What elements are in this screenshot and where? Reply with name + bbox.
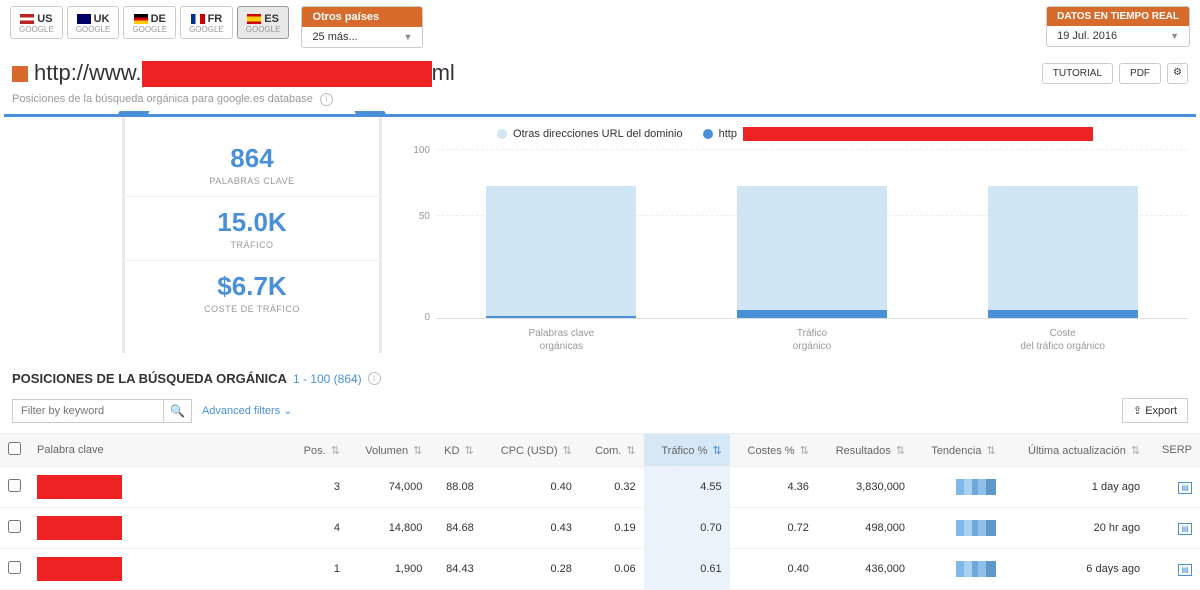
flag-icon: [77, 14, 91, 24]
column-header[interactable]: KD ⇅: [430, 434, 481, 467]
chart-bar: [737, 186, 887, 318]
sort-icon: ⇅: [896, 445, 905, 457]
serp-icon[interactable]: ▤: [1178, 564, 1192, 576]
section-title: POSICIONES DE LA BÚSQUEDA ORGÁNICA: [12, 371, 287, 386]
sort-icon: ⇅: [1131, 445, 1140, 457]
column-header[interactable]: Resultados ⇅: [817, 434, 913, 467]
legend-dot-icon: [497, 129, 507, 139]
redacted-block: [37, 557, 122, 581]
sort-icon: ⇅: [626, 445, 635, 457]
column-header[interactable]: SERP: [1148, 434, 1200, 467]
column-header[interactable]: Pos. ⇅: [289, 434, 348, 467]
export-button[interactable]: ⇪ Export: [1122, 398, 1188, 423]
kpi-keywords-value: 864: [122, 143, 382, 174]
flag-icon: [191, 14, 205, 24]
trend-sparkline: [956, 479, 996, 495]
sort-icon: ⇅: [800, 445, 809, 457]
legend-this-url: http: [703, 127, 1093, 141]
share-chart: 100 50 0: [402, 149, 1188, 319]
sort-icon: ⇅: [413, 445, 422, 457]
advanced-filters-link[interactable]: Advanced filters ⌄: [202, 404, 293, 417]
keyword-filter-input[interactable]: [13, 400, 163, 422]
realtime-date[interactable]: 19 Jul. 2016 ▼: [1047, 26, 1189, 46]
chart-bar: [486, 186, 636, 318]
section-range: 1 - 100 (864): [293, 372, 362, 386]
other-countries-select[interactable]: 25 más... ▼: [302, 27, 422, 47]
trend-sparkline: [956, 520, 996, 536]
row-checkbox[interactable]: [8, 520, 21, 533]
info-icon[interactable]: i: [320, 93, 333, 106]
column-header[interactable]: Tráfico % ⇅: [644, 434, 730, 467]
keywords-table: Palabra clavePos. ⇅Volumen ⇅KD ⇅CPC (USD…: [0, 433, 1200, 590]
chart-bar: [988, 186, 1138, 318]
serp-icon[interactable]: ▤: [1178, 482, 1192, 494]
sort-icon: ⇅: [563, 445, 572, 457]
sort-icon: ⇅: [712, 445, 721, 457]
export-icon: ⇪: [1133, 405, 1145, 417]
column-header[interactable]: Costes % ⇅: [730, 434, 817, 467]
kpi-panel: 864PALABRAS CLAVE 15.0KTRÁFICO $6.7KCOST…: [122, 117, 382, 353]
page-url: http://www.ml: [34, 60, 455, 87]
gear-icon: ⚙: [1173, 67, 1182, 78]
other-countries-header: Otros países: [302, 7, 422, 27]
column-header[interactable]: Última actualización ⇅: [1004, 434, 1148, 467]
search-button[interactable]: 🔍: [163, 400, 191, 422]
kpi-traffic-value: 15.0K: [122, 207, 382, 238]
info-icon[interactable]: i: [368, 372, 381, 385]
row-checkbox[interactable]: [8, 561, 21, 574]
column-header[interactable]: Tendencia ⇅: [913, 434, 1004, 467]
tutorial-button[interactable]: TUTORIAL: [1042, 63, 1113, 84]
flag-icon: [20, 14, 34, 24]
country-tile-us[interactable]: USgoogle: [10, 6, 63, 39]
redacted-block: [37, 516, 122, 540]
sort-icon: ⇅: [464, 445, 473, 457]
chevron-down-icon: ▼: [404, 32, 413, 42]
other-countries-selector[interactable]: Otros países 25 más... ▼: [301, 6, 423, 48]
site-icon: [12, 66, 28, 82]
country-tile-es[interactable]: ESgoogle: [237, 6, 290, 39]
column-header[interactable]: Volumen ⇅: [348, 434, 430, 467]
legend-other-urls: Otras direcciones URL del dominio: [497, 128, 683, 140]
table-row: 11,90084.430.280.060.610.40436,0006 days…: [0, 549, 1200, 590]
redacted-block: [743, 127, 1093, 141]
country-tile-fr[interactable]: FRgoogle: [180, 6, 233, 39]
country-tile-de[interactable]: DEgoogle: [123, 6, 176, 39]
page-subtitle: Posiciones de la búsqueda orgánica para …: [12, 93, 313, 105]
table-row: 414,80084.680.430.190.700.72498,00020 hr…: [0, 508, 1200, 549]
kpi-cost-value: $6.7K: [122, 271, 382, 302]
row-checkbox[interactable]: [8, 479, 21, 492]
keyword-filter[interactable]: 🔍: [12, 399, 192, 423]
redacted-block: [142, 61, 432, 87]
column-header[interactable]: CPC (USD) ⇅: [482, 434, 580, 467]
column-header[interactable]: [0, 434, 29, 467]
settings-button[interactable]: ⚙: [1167, 63, 1188, 84]
serp-icon[interactable]: ▤: [1178, 523, 1192, 535]
chart-bar-label: Palabras claveorgánicas: [486, 327, 636, 353]
country-tile-uk[interactable]: UKgoogle: [67, 6, 120, 39]
chart-bar-label: Costedel tráfico orgánico: [988, 327, 1138, 353]
pdf-button[interactable]: PDF: [1119, 63, 1161, 84]
chevron-down-icon: ⌄: [283, 405, 292, 417]
trend-sparkline: [956, 561, 996, 577]
realtime-date-selector[interactable]: DATOS EN TIEMPO REAL 19 Jul. 2016 ▼: [1046, 6, 1190, 47]
column-header[interactable]: Com. ⇅: [580, 434, 644, 467]
flag-icon: [247, 14, 261, 24]
chevron-down-icon: ▼: [1170, 31, 1179, 41]
legend-dot-icon: [703, 129, 713, 139]
select-all-checkbox[interactable]: [8, 442, 21, 455]
sort-icon: ⇅: [987, 445, 996, 457]
flag-icon: [134, 14, 148, 24]
column-header[interactable]: Palabra clave: [29, 434, 289, 467]
search-icon: 🔍: [170, 404, 185, 418]
chart-bar-label: Tráficoorgánico: [737, 327, 887, 353]
sort-icon: ⇅: [331, 445, 340, 457]
table-row: 374,00088.080.400.324.554.363,830,0001 d…: [0, 467, 1200, 508]
realtime-header: DATOS EN TIEMPO REAL: [1047, 7, 1189, 26]
redacted-block: [37, 475, 122, 499]
